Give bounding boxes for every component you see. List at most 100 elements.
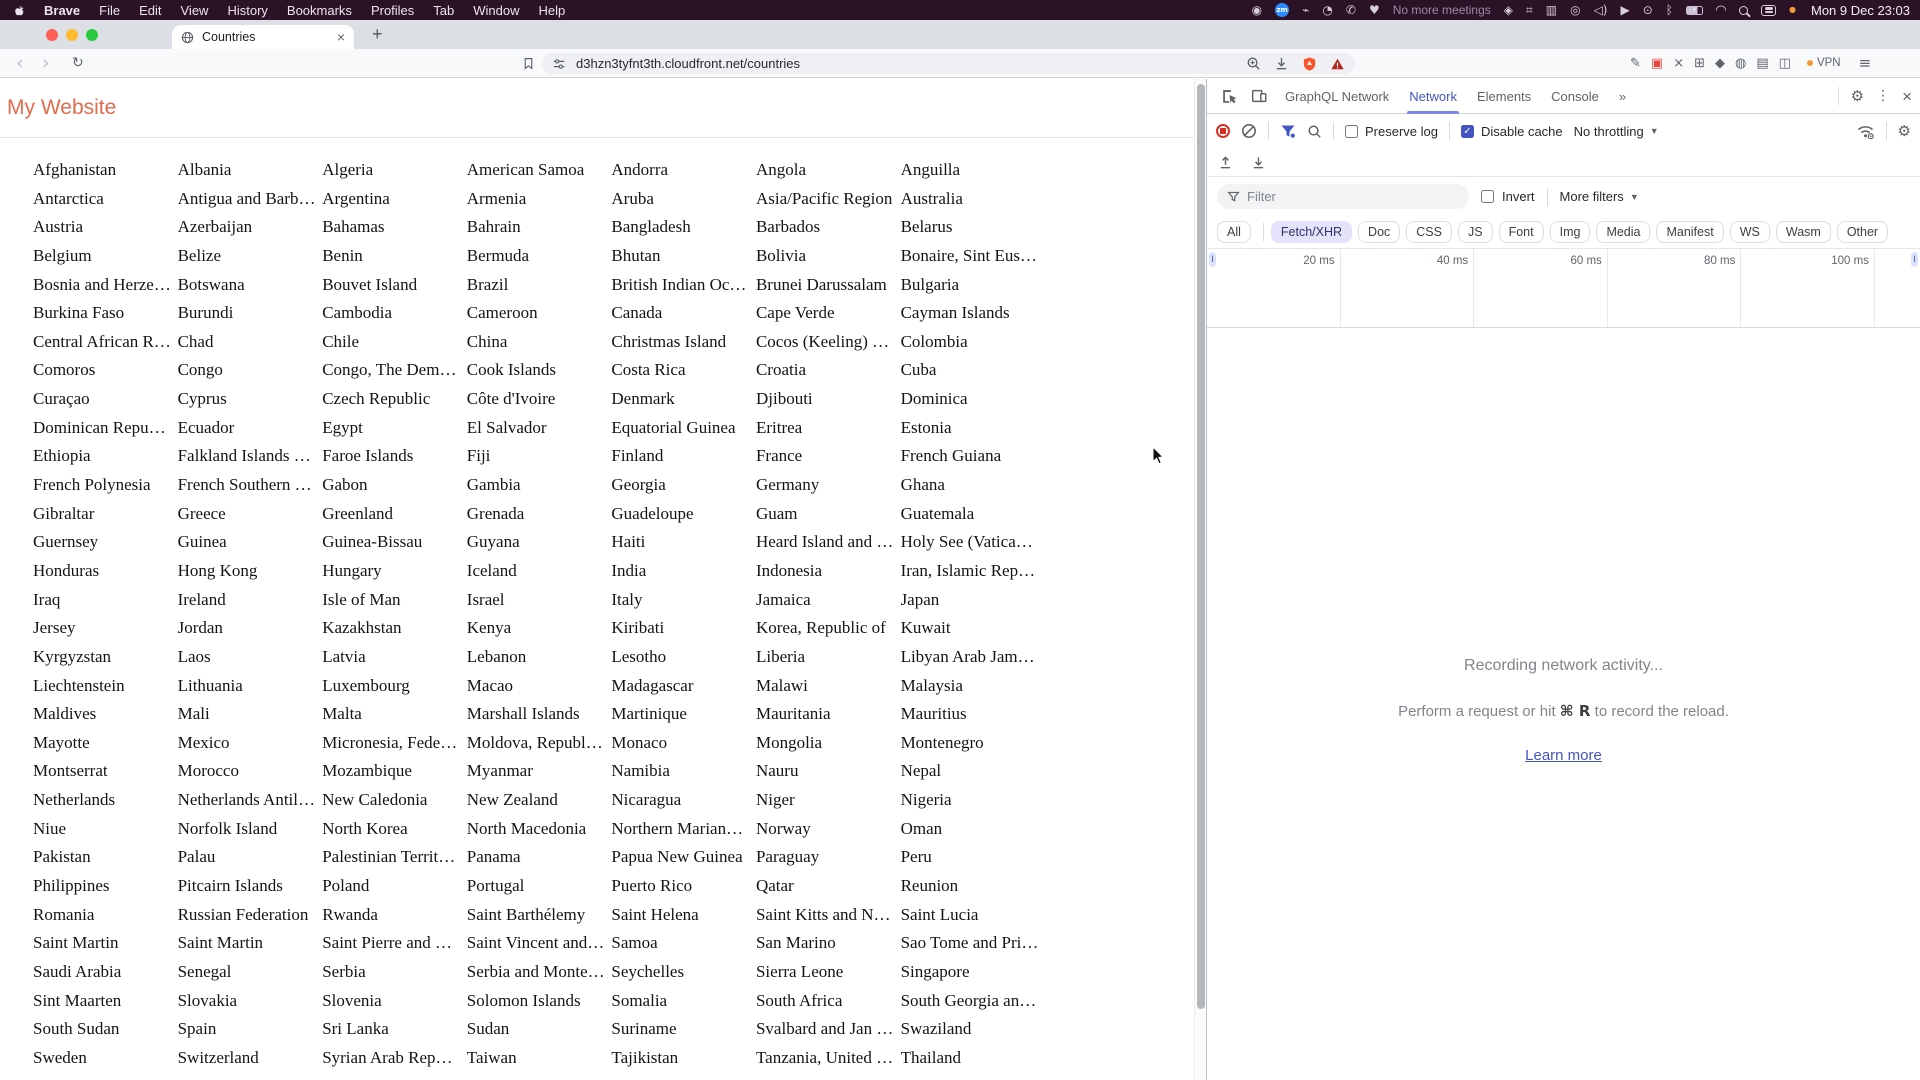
devtools-tab[interactable]: Elements	[1467, 79, 1541, 114]
sidebar-extension-icon[interactable]: ◫	[1779, 57, 1791, 70]
phone-app-icon[interactable]: ✆	[1346, 4, 1356, 16]
spotlight-search-icon[interactable]	[1739, 5, 1748, 15]
network-conditions-icon[interactable]	[1856, 123, 1875, 140]
menu-item[interactable]: View	[181, 3, 209, 18]
timeline-right-handle[interactable]: I	[1911, 252, 1918, 267]
url-text[interactable]: d3hzn3tyfnt3th.cloudfront.net/countries	[576, 56, 1238, 71]
wallet-extension-icon[interactable]: ▣	[1651, 57, 1663, 70]
record-stop-icon[interactable]: ◉	[1252, 4, 1262, 16]
forward-button[interactable]: ›	[42, 49, 50, 77]
site-settings-icon[interactable]	[552, 57, 566, 71]
page-scrollbar-thumb[interactable]	[1197, 84, 1205, 1009]
tuning-icon[interactable]: ⌁	[1302, 4, 1309, 16]
resource-type-chip[interactable]: Manifest	[1656, 221, 1724, 243]
resource-type-chip[interactable]: Other	[1836, 221, 1889, 243]
resource-type-chip[interactable]: Doc	[1358, 221, 1401, 243]
devtools-more-menu-icon[interactable]: ⋮	[1876, 88, 1890, 104]
resource-type-chip[interactable]: WS	[1729, 221, 1770, 243]
reload-button[interactable]: ↻	[72, 49, 84, 77]
notification-dot[interactable]: ●	[1789, 6, 1796, 14]
devtools-tab[interactable]: Network	[1399, 79, 1467, 114]
heart-icon[interactable]: ♥	[1369, 4, 1380, 16]
vpn-button[interactable]: VPN	[1806, 57, 1841, 69]
import-har-icon[interactable]	[1218, 155, 1233, 170]
pencil-extension-icon[interactable]: ✎	[1630, 57, 1641, 70]
play-icon[interactable]: ▶	[1621, 4, 1630, 16]
close-window-button[interactable]	[46, 29, 58, 41]
more-filters-button[interactable]: More filters ▼	[1560, 189, 1639, 204]
resource-type-chip[interactable]: Media	[1596, 221, 1651, 243]
preserve-log-checkbox[interactable]	[1345, 124, 1358, 138]
menu-item[interactable]: History	[227, 3, 267, 18]
meeting-status-text[interactable]: No more meetings	[1393, 4, 1491, 16]
pin-icon[interactable]: ⌗	[1526, 4, 1533, 16]
disable-cache-checkbox[interactable]	[1460, 124, 1474, 138]
devtools-close-icon[interactable]: ×	[1902, 88, 1912, 105]
archive-extension-icon[interactable]: ▤	[1756, 57, 1768, 70]
new-tab-button[interactable]: +	[372, 24, 383, 45]
menu-item[interactable]: File	[99, 3, 120, 18]
devtools-settings-icon[interactable]: ⚙	[1851, 88, 1864, 104]
zoom-page-icon[interactable]	[1246, 56, 1261, 71]
menu-item[interactable]: Profiles	[371, 3, 414, 18]
inspect-element-icon[interactable]	[1215, 83, 1243, 109]
download-icon[interactable]	[1274, 56, 1289, 71]
control-center-icon[interactable]	[1761, 4, 1776, 16]
menu-item[interactable]: Help	[539, 3, 566, 18]
device-toolbar-icon[interactable]	[1245, 83, 1273, 109]
resource-type-chip[interactable]: Font	[1498, 221, 1544, 243]
bell-extension-icon[interactable]: ◍	[1735, 57, 1746, 70]
stage-manager-icon[interactable]: ▥	[1546, 4, 1557, 16]
preserve-log-label[interactable]: Preserve log	[1365, 124, 1438, 139]
bookmark-icon[interactable]	[522, 49, 535, 77]
target-icon[interactable]: ◎	[1570, 4, 1580, 16]
warning-icon[interactable]	[1330, 57, 1345, 71]
address-bar[interactable]: d3hzn3tyfnt3th.cloudfront.net/countries	[542, 53, 1355, 74]
bluetooth-icon[interactable]: ᛒ	[1666, 4, 1673, 16]
resource-type-chip[interactable]: Wasm	[1775, 221, 1831, 243]
devtools-tab[interactable]: Console	[1541, 79, 1609, 114]
resource-type-chip[interactable]: JS	[1457, 221, 1493, 243]
learn-more-link[interactable]: Learn more	[1525, 747, 1602, 764]
grid-extension-icon[interactable]: ⊞	[1694, 57, 1705, 70]
network-filter-icon[interactable]	[1280, 123, 1296, 139]
menubar-clock[interactable]: Mon 9 Dec 23:03	[1811, 3, 1910, 18]
menu-item[interactable]: Window	[473, 3, 519, 18]
back-button[interactable]: ‹	[16, 49, 24, 77]
menu-item[interactable]: Bookmarks	[287, 3, 352, 18]
resource-type-chip[interactable]: Fetch/XHR	[1262, 221, 1353, 243]
more-tabs-icon[interactable]: »	[1611, 89, 1632, 104]
gem-extension-icon[interactable]: ◆	[1715, 57, 1725, 70]
resource-type-chip[interactable]: All	[1217, 221, 1251, 243]
export-har-icon[interactable]	[1251, 155, 1266, 170]
network-search-icon[interactable]	[1307, 124, 1322, 139]
menu-item[interactable]: Tab	[433, 3, 454, 18]
shortcut-icon[interactable]: ◈	[1504, 4, 1513, 16]
filter-input[interactable]: Filter	[1217, 184, 1469, 209]
resource-type-chip[interactable]: CSS	[1406, 221, 1452, 243]
menu-item[interactable]: Brave	[44, 3, 80, 18]
devtools-tab[interactable]: GraphQL Network	[1275, 79, 1399, 114]
menu-item[interactable]: Edit	[139, 3, 161, 18]
screen-time-icon[interactable]: ◔	[1322, 4, 1332, 16]
account-icon[interactable]: ⊙	[1643, 4, 1653, 16]
brave-shield-icon[interactable]	[1302, 56, 1317, 72]
invert-label[interactable]: Invert	[1502, 189, 1535, 204]
network-settings-icon[interactable]: ⚙	[1898, 123, 1911, 139]
battery-icon[interactable]: ⚡	[1686, 5, 1703, 15]
browser-menu-icon[interactable]: ≡	[1859, 54, 1872, 72]
browser-tab[interactable]: Countries ×	[172, 25, 354, 49]
disable-cache-label[interactable]: Disable cache	[1481, 124, 1563, 139]
apple-logo-icon[interactable]	[12, 3, 25, 18]
zoom-app-icon[interactable]: zm	[1275, 3, 1290, 17]
clear-network-log-icon[interactable]	[1241, 123, 1257, 139]
volume-icon[interactable]: ◁)	[1594, 4, 1608, 16]
invert-checkbox[interactable]	[1481, 190, 1494, 203]
timeline-left-handle[interactable]: I	[1209, 252, 1216, 267]
fullscreen-window-button[interactable]	[86, 29, 98, 41]
record-network-log-button[interactable]	[1216, 124, 1230, 138]
wifi-icon[interactable]: ◠	[1716, 4, 1726, 17]
dismiss-extension-icon[interactable]: ×	[1673, 57, 1684, 70]
resource-type-chip[interactable]: Img	[1549, 221, 1591, 243]
tab-close-icon[interactable]: ×	[337, 30, 345, 44]
